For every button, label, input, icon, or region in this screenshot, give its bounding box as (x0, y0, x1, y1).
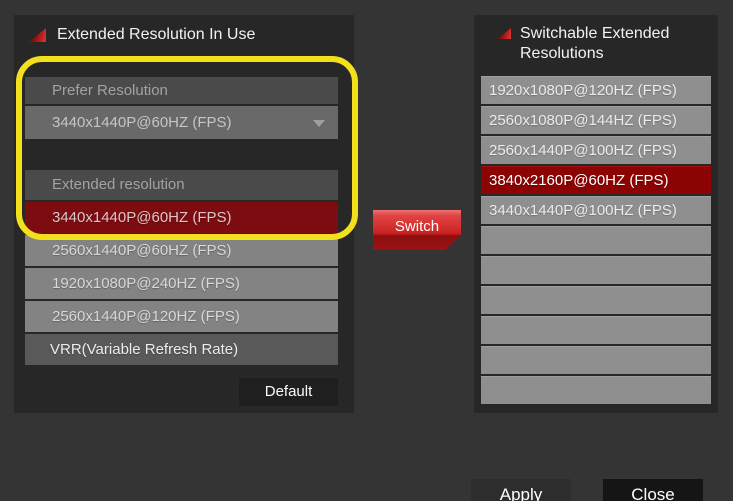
list-item-empty (481, 346, 711, 374)
list-item-resolution[interactable]: 3440x1440P@100HZ (FPS) (481, 196, 711, 224)
prefer-resolution-dropdown[interactable]: 3440x1440P@60HZ (FPS) (25, 106, 338, 139)
list-item-vrr[interactable]: VRR(Variable Refresh Rate) (25, 334, 338, 365)
list-item-resolution[interactable]: 1920x1080P@240HZ (FPS) (25, 268, 338, 299)
list-item-empty (481, 226, 711, 254)
default-button[interactable]: Default (239, 378, 338, 406)
list-item-resolution[interactable]: 2560x1440P@60HZ (FPS) (25, 235, 338, 266)
right-panel-title: Switchable Extended Resolutions (497, 24, 697, 64)
list-item-resolution[interactable]: 2560x1080P@144HZ (FPS) (481, 106, 711, 134)
list-item-resolution[interactable]: 2560x1440P@100HZ (FPS) (481, 136, 711, 164)
right-panel-title-text: Switchable Extended Resolutions (520, 24, 697, 64)
prefer-resolution-header: Prefer Resolution (25, 77, 338, 104)
prefer-resolution-value: 3440x1440P@60HZ (FPS) (52, 114, 231, 131)
left-panel-title: Extended Resolution In Use (29, 25, 255, 45)
list-item-empty (481, 256, 711, 284)
list-item-resolution-selected[interactable]: 3840x2160P@60HZ (FPS) (481, 166, 711, 194)
switchable-extended-resolutions-panel: Switchable Extended Resolutions 1920x108… (474, 15, 718, 413)
red-triangle-icon (29, 28, 46, 42)
red-triangle-icon (497, 28, 511, 39)
switch-button[interactable]: Switch (373, 210, 461, 250)
left-panel-title-text: Extended Resolution In Use (57, 25, 255, 45)
list-item-empty (481, 286, 711, 314)
chevron-down-icon (313, 120, 325, 127)
resolution-settings-window: Extended Resolution In Use Prefer Resolu… (0, 0, 733, 501)
list-item-empty (481, 376, 711, 404)
apply-button[interactable]: Apply (471, 479, 571, 501)
list-item-resolution[interactable]: 2560x1440P@120HZ (FPS) (25, 301, 338, 332)
close-button[interactable]: Close (603, 479, 703, 501)
extended-resolution-header: Extended resolution (25, 170, 338, 200)
list-item-resolution[interactable]: 3440x1440P@60HZ (FPS) (25, 202, 338, 233)
list-item-empty (481, 316, 711, 344)
extended-resolution-in-use-panel: Extended Resolution In Use Prefer Resolu… (14, 15, 354, 413)
list-item-resolution[interactable]: 1920x1080P@120HZ (FPS) (481, 76, 711, 104)
